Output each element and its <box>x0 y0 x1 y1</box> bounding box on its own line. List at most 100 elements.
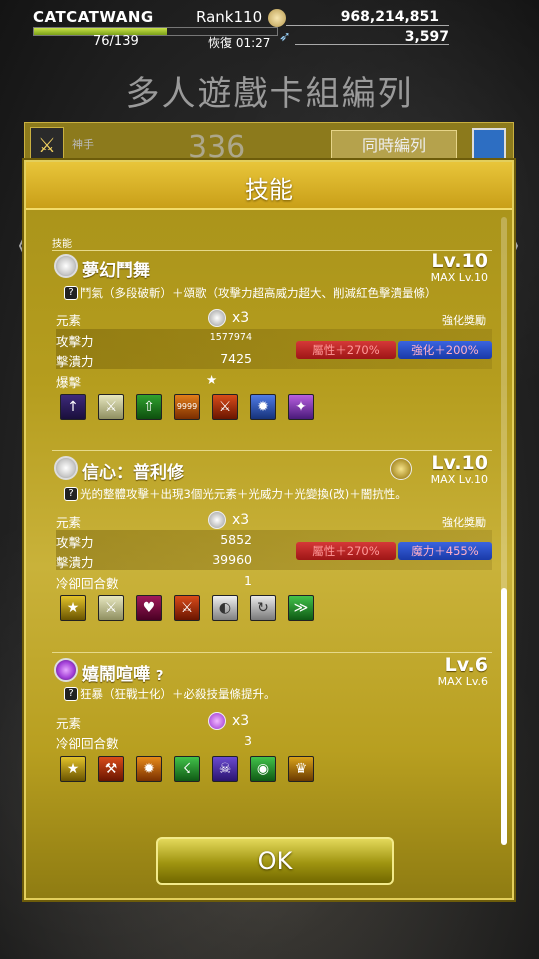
attack-label: 攻擊力 <box>56 535 94 550</box>
element-label: 元素 <box>56 716 82 731</box>
element-row: 元素 x3 強化獎勵 <box>56 510 492 530</box>
rank-medal-icon <box>268 9 286 27</box>
skill-name: 嬉鬧喧嘩 ? <box>82 660 163 685</box>
orb-icon[interactable]: ◉ <box>250 756 276 782</box>
sword-icon[interactable]: ⚔ <box>98 595 124 621</box>
gold-count: 968,214,851 <box>340 9 439 25</box>
skill-name-suffix: ? <box>155 669 164 684</box>
element-row: 元素 x3 <box>56 711 492 731</box>
skill-divider <box>52 652 492 653</box>
skill-level: Lv.6 <box>444 654 488 676</box>
skill-name: 夢幻鬥舞 <box>82 261 150 281</box>
cooldown-label: 冷卻回合數 <box>56 736 119 751</box>
skill-description: 狂暴（狂戰士化）＋必殺技量條提升。 <box>80 687 276 701</box>
stars-icon[interactable]: ★ <box>60 595 86 621</box>
deck-card-icon[interactable] <box>472 128 506 162</box>
modal-title: 技能 <box>245 176 293 204</box>
deck-card-label: 神手 <box>72 138 94 151</box>
runner-icon[interactable]: ☇ <box>174 756 200 782</box>
element-row: 元素 x3 強化獎勵 <box>56 308 492 328</box>
burst-icon[interactable]: ✹ <box>250 394 276 420</box>
arrow-up-icon[interactable]: ⇧ <box>136 394 162 420</box>
skill-level: Lv.10 <box>431 250 488 272</box>
skill-name: 信心：普利修 <box>82 463 184 483</box>
enhance-bonus-badge: 強化＋200% <box>398 341 492 359</box>
crit-label: 爆擊 <box>56 375 82 390</box>
burst-icon[interactable]: ✹ <box>136 756 162 782</box>
helmet-icon[interactable]: ♛ <box>288 756 314 782</box>
flame-sword-icon[interactable]: ⚔ <box>174 595 200 621</box>
light-spin-icon[interactable]: ↻ <box>250 595 276 621</box>
skill-level: Lv.10 <box>431 452 488 474</box>
sword-icon[interactable]: ⚔ <box>98 394 124 420</box>
attribute-bonus-badge: 屬性＋270% <box>296 542 396 560</box>
skill-block: 信心：普利修 Lv.10 MAX Lv.10 ? 光的整體攻擊＋出現3個光元素＋… <box>52 452 492 626</box>
magic-icon[interactable]: ✦ <box>288 394 314 420</box>
heart-shield-icon[interactable]: ♥ <box>136 595 162 621</box>
light-element-icon <box>54 456 78 480</box>
ok-button[interactable]: OK <box>156 837 394 885</box>
break-label: 擊潰力 <box>56 354 94 369</box>
element-count: x3 <box>232 512 250 528</box>
speed-icon[interactable]: ≫ <box>288 595 314 621</box>
skill-max-level: MAX Lv.6 <box>437 675 488 688</box>
skill-description: 光的整體攻擊＋出現3個光元素＋光威力＋光變換(改)＋闇抗性。 <box>80 487 407 501</box>
cooldown-label: 冷卻回合數 <box>56 576 119 591</box>
skill-block: 夢幻鬥舞 Lv.10 MAX Lv.10 ? 鬥氣（多段破斬）＋頌歌（攻擊力超高… <box>52 250 492 424</box>
feather-icon: ➶ <box>279 29 291 45</box>
section-divider <box>52 250 492 251</box>
sun-emblem-icon <box>390 458 412 480</box>
light-orb-icon <box>208 511 226 529</box>
dark-orb-icon <box>208 712 226 730</box>
skill-name-text: 嬉鬧喧嘩 <box>82 665 150 685</box>
rage-icon[interactable]: ⚒ <box>98 756 124 782</box>
skill-max-level: MAX Lv.10 <box>430 271 488 284</box>
break-value: 39960 <box>212 552 252 567</box>
slash-icon[interactable]: ⚔ <box>212 394 238 420</box>
cooldown-row: 冷卻回合數 3 <box>56 731 492 751</box>
attribute-bonus-badge: 屬性＋270% <box>296 341 396 359</box>
skull-icon[interactable]: ☠ <box>212 756 238 782</box>
crit-row: 爆擊 ★ <box>56 370 492 390</box>
sync-deck-button[interactable]: 同時編列 <box>331 130 457 160</box>
bonus-label: 強化獎勵 <box>442 516 486 529</box>
element-count: x3 <box>232 310 250 326</box>
light-element-icon <box>54 254 78 278</box>
page-title: 多人遊戲卡組編列 <box>125 74 414 114</box>
attack-value: 5852 <box>220 532 252 547</box>
element-label: 元素 <box>56 313 82 328</box>
magic-bonus-badge: 魔力＋455% <box>398 542 492 560</box>
gem-count: 3,597 <box>404 29 449 45</box>
break-label: 擊潰力 <box>56 555 94 570</box>
skill-block: 嬉鬧喧嘩 ? Lv.6 MAX Lv.6 ? 狂暴（狂戰士化）＋必殺技量條提升。… <box>52 654 492 788</box>
help-icon[interactable]: ? <box>64 286 78 300</box>
modal-header: 技能 <box>26 162 512 210</box>
cooldown-value: 1 <box>244 573 252 588</box>
recover-timer: 恢復 01:27 <box>208 36 271 50</box>
light-wave-icon[interactable]: ◐ <box>212 595 238 621</box>
skill-description: 鬥氣（多段破斬）＋頌歌（攻擊力超高威力超大、削減紅色擊潰量條） <box>80 286 437 300</box>
attack-value: 1577974 <box>209 332 252 343</box>
stamina-text: 76/139 <box>93 34 139 49</box>
combo-9999-icon[interactable]: 9999 <box>174 394 200 420</box>
section-header: 技能 <box>52 239 72 250</box>
skill-max-level: MAX Lv.10 <box>430 473 488 486</box>
skill-modal: 技能 技能 夢幻鬥舞 Lv.10 MAX Lv.10 ? 鬥氣（多段破斬）＋頌歌… <box>24 160 514 900</box>
attack-up-icon[interactable]: ↑ <box>60 394 86 420</box>
cooldown-row: 冷卻回合數 1 <box>56 571 492 591</box>
player-rank: Rank110 <box>196 8 263 26</box>
help-icon[interactable]: ? <box>64 487 78 501</box>
player-name: CATCATWANG <box>33 8 154 26</box>
element-count: x3 <box>232 713 250 729</box>
stars-icon[interactable]: ★ <box>60 756 86 782</box>
attack-label: 攻擊力 <box>56 334 94 349</box>
gem-underline <box>295 44 449 45</box>
sword-icon: ⚔ <box>30 127 64 161</box>
scrollbar-thumb[interactable] <box>501 588 507 845</box>
element-label: 元素 <box>56 515 82 530</box>
dark-element-icon <box>54 658 78 682</box>
help-icon[interactable]: ? <box>64 687 78 701</box>
gold-underline <box>286 25 449 26</box>
light-orb-icon <box>208 309 226 327</box>
crit-value: ★ <box>206 372 218 387</box>
